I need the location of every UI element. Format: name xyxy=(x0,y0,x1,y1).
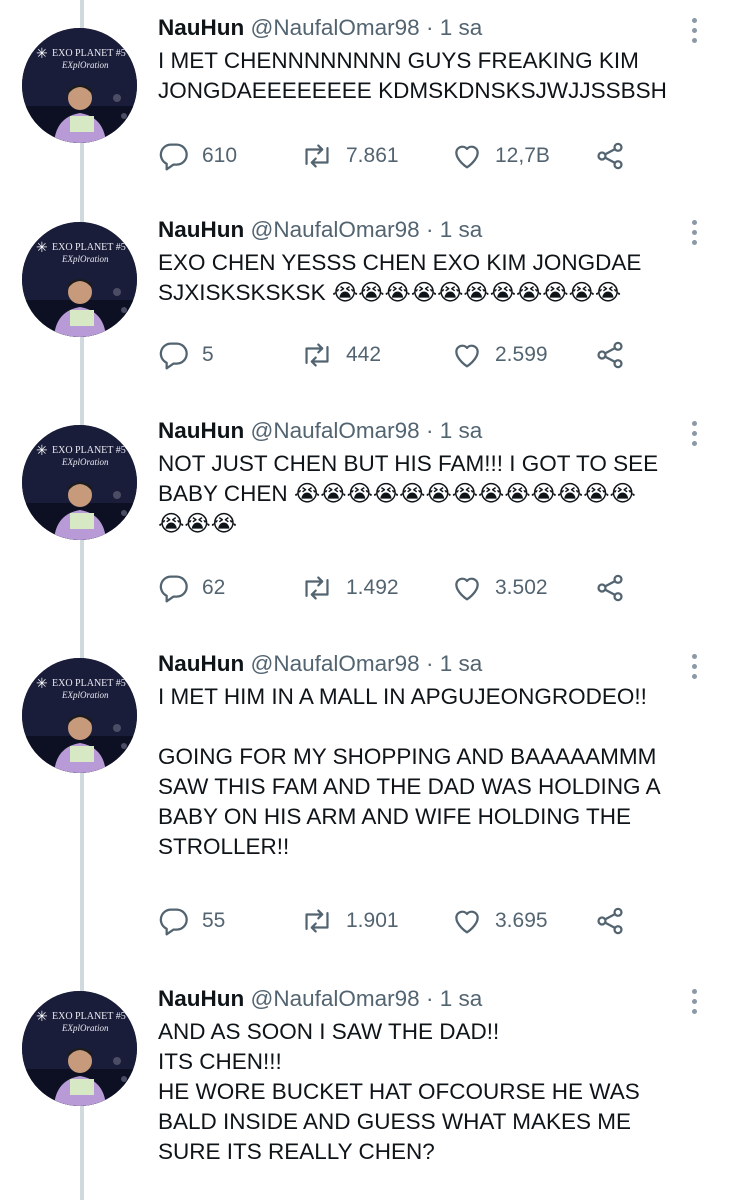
share-button[interactable] xyxy=(594,901,626,941)
svg-text:EXplOration: EXplOration xyxy=(61,60,109,70)
svg-text:EXplOration: EXplOration xyxy=(61,457,109,467)
user-handle[interactable]: @NaufalOmar98 xyxy=(251,15,420,40)
tweet-actions: 55 1.901 3.695 xyxy=(158,901,678,941)
reply-button[interactable]: 610 xyxy=(158,136,237,176)
retweet-icon xyxy=(305,343,329,367)
svg-text:EXplOration: EXplOration xyxy=(61,690,109,700)
tweet-header: NauHun @NaufalOmar98 · 1 sa xyxy=(158,985,482,1013)
tweet-actions: 5 442 2.599 xyxy=(158,335,678,375)
retweet-count: 1.901 xyxy=(346,909,399,932)
reply-count: 55 xyxy=(202,909,226,932)
tweet-header: NauHun @NaufalOmar98 · 1 sa xyxy=(158,650,482,678)
reply-count: 610 xyxy=(202,144,238,167)
tweet-text: NOT JUST CHEN BUT HIS FAM!!! I GOT TO SE… xyxy=(158,451,659,536)
retweet-icon xyxy=(305,576,329,600)
display-name[interactable]: NauHun xyxy=(158,986,244,1011)
retweet-button[interactable]: 1.492 xyxy=(300,568,399,608)
like-button[interactable]: 3.502 xyxy=(451,568,548,608)
tweet-text: EXO CHEN YESSS CHEN EXO KIM JONGDAE SJXI… xyxy=(158,250,642,305)
svg-text:EXO PLANET #5: EXO PLANET #5 xyxy=(52,445,126,456)
retweet-button[interactable]: 7.861 xyxy=(300,136,399,176)
user-handle[interactable]: @NaufalOmar98 xyxy=(251,418,420,443)
like-button[interactable]: 3.695 xyxy=(451,901,548,941)
display-name[interactable]: NauHun xyxy=(158,651,244,676)
avatar[interactable]: ✳ EXO PLANET #5 EXplOration xyxy=(22,991,137,1106)
reply-icon xyxy=(159,575,188,603)
share-button[interactable] xyxy=(594,136,626,176)
like-count: 12,7B xyxy=(495,144,550,167)
reply-button[interactable]: 62 xyxy=(158,568,225,608)
user-handle[interactable]: @NaufalOmar98 xyxy=(251,986,420,1011)
like-icon xyxy=(455,910,479,934)
share-button[interactable] xyxy=(594,568,626,608)
like-button[interactable]: 12,7B xyxy=(451,136,550,176)
svg-text:✳: ✳ xyxy=(36,45,48,61)
tweet-header: NauHun @NaufalOmar98 · 1 sa xyxy=(158,216,482,244)
timestamp[interactable]: 1 sa xyxy=(440,217,483,242)
retweet-count: 7.861 xyxy=(346,144,399,167)
tweet-header: NauHun @NaufalOmar98 · 1 sa xyxy=(158,417,482,445)
display-name[interactable]: NauHun xyxy=(158,15,244,40)
retweet-icon xyxy=(305,144,329,168)
like-icon xyxy=(455,577,479,601)
display-name[interactable]: NauHun xyxy=(158,418,244,443)
reply-count: 62 xyxy=(202,576,226,599)
retweet-button[interactable]: 442 xyxy=(300,335,381,375)
separator-dot: · xyxy=(425,15,434,40)
like-button[interactable]: 2.599 xyxy=(451,335,548,375)
reply-icon xyxy=(159,143,188,171)
tweet-header: NauHun @NaufalOmar98 · 1 sa xyxy=(158,14,482,42)
retweet-icon xyxy=(305,909,329,933)
avatar[interactable]: ✳ EXO PLANET #5 EXplOration xyxy=(22,28,137,143)
reply-count: 5 xyxy=(202,343,214,366)
reply-icon xyxy=(159,908,188,936)
display-name[interactable]: NauHun xyxy=(158,217,244,242)
share-icon xyxy=(597,341,623,369)
svg-text:✳: ✳ xyxy=(36,1008,48,1024)
tweet-actions: 62 1.492 3.502 xyxy=(158,568,678,608)
user-handle[interactable]: @NaufalOmar98 xyxy=(251,651,420,676)
avatar[interactable]: ✳ EXO PLANET #5 EXplOration xyxy=(22,222,137,337)
like-icon xyxy=(455,145,479,169)
retweet-count: 1.492 xyxy=(346,576,399,599)
like-count: 3.502 xyxy=(495,576,548,599)
reply-icon xyxy=(159,342,188,370)
share-icon xyxy=(597,142,623,170)
separator-dot: · xyxy=(425,651,434,676)
avatar[interactable]: ✳ EXO PLANET #5 EXplOration xyxy=(22,425,137,540)
like-icon xyxy=(455,344,479,368)
share-icon xyxy=(597,907,623,935)
svg-text:EXO PLANET #5: EXO PLANET #5 xyxy=(52,242,126,253)
svg-text:✳: ✳ xyxy=(36,675,48,691)
tweet-text: I MET HIM IN A MALL IN APGUJEONGRODEO!! … xyxy=(158,684,661,859)
timestamp[interactable]: 1 sa xyxy=(440,986,483,1011)
retweet-button[interactable]: 1.901 xyxy=(300,901,399,941)
tweet-text: I MET CHENNNNNNNN GUYS FREAKING KIM JONG… xyxy=(158,48,667,103)
separator-dot: · xyxy=(425,217,434,242)
share-icon xyxy=(597,574,623,602)
tweet-text: AND AS SOON I SAW THE DAD!! ITS CHEN!!! … xyxy=(158,1019,640,1164)
tweet-actions: 610 7.861 12,7B xyxy=(158,136,678,176)
avatar[interactable]: ✳ EXO PLANET #5 EXplOration xyxy=(22,658,137,773)
timestamp[interactable]: 1 sa xyxy=(440,418,483,443)
like-count: 2.599 xyxy=(495,343,548,366)
separator-dot: · xyxy=(425,418,434,443)
svg-text:✳: ✳ xyxy=(36,239,48,255)
user-handle[interactable]: @NaufalOmar98 xyxy=(251,217,420,242)
svg-text:EXO PLANET #5: EXO PLANET #5 xyxy=(52,48,126,59)
share-button[interactable] xyxy=(594,335,626,375)
svg-text:✳: ✳ xyxy=(36,442,48,458)
like-count: 3.695 xyxy=(495,909,548,932)
separator-dot: · xyxy=(425,986,434,1011)
reply-button[interactable]: 5 xyxy=(158,335,214,375)
timestamp[interactable]: 1 sa xyxy=(440,651,483,676)
timestamp[interactable]: 1 sa xyxy=(440,15,483,40)
retweet-count: 442 xyxy=(346,343,382,366)
svg-text:EXplOration: EXplOration xyxy=(61,1023,109,1033)
svg-text:EXplOration: EXplOration xyxy=(61,254,109,264)
reply-button[interactable]: 55 xyxy=(158,901,225,941)
svg-text:EXO PLANET #5: EXO PLANET #5 xyxy=(52,678,126,689)
svg-text:EXO PLANET #5: EXO PLANET #5 xyxy=(52,1011,126,1022)
